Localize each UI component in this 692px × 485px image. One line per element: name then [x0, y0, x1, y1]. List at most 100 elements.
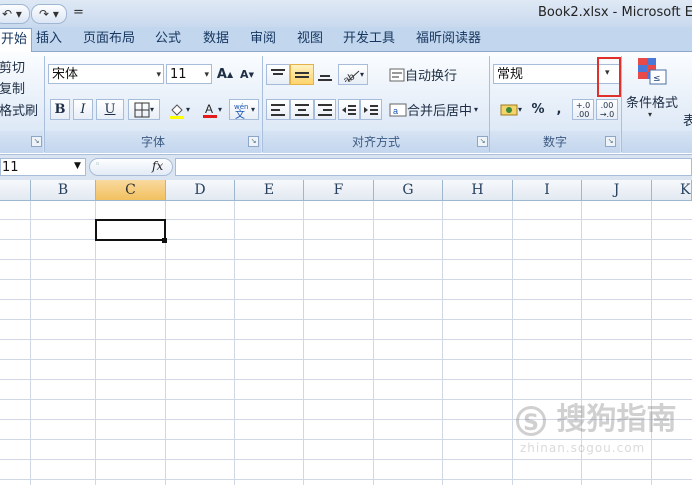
column-header-d[interactable]: D [166, 180, 235, 200]
tab-formulas[interactable]: 公式 [155, 27, 181, 51]
chevron-down-icon: ▾ [149, 105, 154, 114]
column-header-b[interactable]: B [31, 180, 96, 200]
bold-button[interactable]: B [50, 99, 70, 120]
tab-home[interactable]: 开始 [0, 28, 33, 52]
font-launcher-icon[interactable]: ↘ [248, 136, 259, 147]
copy-button[interactable]: 复制 [0, 78, 25, 97]
chevron-down-icon: ▾ [474, 105, 479, 114]
font-name-value: 宋体 [52, 67, 79, 82]
increase-indent-button[interactable] [360, 99, 382, 120]
number-format-dropdown-arrow[interactable]: ▾ [605, 68, 610, 78]
tab-insert[interactable]: 插入 [36, 27, 62, 51]
merge-center-label: 合并后居中 [407, 104, 473, 119]
underline-button[interactable]: U [96, 99, 124, 120]
formula-input[interactable] [175, 158, 692, 176]
grow-font-button[interactable]: A ▲ [215, 64, 235, 85]
redo-button[interactable]: ↷ ▾ [31, 4, 67, 24]
sogou-logo-icon: S [516, 405, 546, 436]
align-middle-icon [295, 71, 309, 78]
column-headers: B C D E F G H I J K [0, 180, 692, 201]
customize-qat-button[interactable]: = [73, 5, 84, 20]
tab-page-layout[interactable]: 页面布局 [83, 27, 135, 51]
align-center-button[interactable] [290, 99, 314, 120]
tab-review[interactable]: 审阅 [250, 27, 276, 51]
align-bottom-button[interactable] [314, 64, 336, 85]
orientation-button[interactable]: ab ▾ [338, 64, 368, 85]
chevron-down-icon: ▾ [359, 70, 364, 79]
svg-text:A: A [205, 102, 213, 116]
format-painter-button[interactable]: 格式刷 [0, 100, 38, 119]
align-center-icon [295, 103, 309, 116]
column-header-h[interactable]: H [443, 180, 513, 200]
grow-font-icon: A [216, 67, 227, 82]
alignment-group-footer: 对齐方式 [263, 131, 489, 153]
chevron-down-icon: ▾ [517, 105, 522, 114]
accounting-format-button[interactable]: ▾ [494, 99, 528, 120]
column-header-k[interactable]: K [652, 180, 692, 200]
chevron-down-icon: ▾ [250, 105, 255, 114]
svg-text:文: 文 [235, 108, 245, 119]
merge-cells-icon: a [389, 103, 407, 116]
column-header-j[interactable]: J [582, 180, 652, 200]
font-name-combo[interactable]: 宋体 ▾ [48, 64, 164, 84]
chevron-down-icon: ▾ [204, 70, 209, 80]
font-color-button[interactable]: A ▾ [197, 99, 227, 120]
align-middle-button[interactable] [290, 64, 314, 85]
title-bar: ↶ ▾ ↷ ▾ = Book2.xlsx - Microsoft Ex [0, 0, 692, 27]
align-top-button[interactable] [266, 64, 290, 85]
column-header-g[interactable]: G [374, 180, 443, 200]
formula-bar: 11 ▼ ◦ fx [0, 154, 692, 181]
decrease-indent-button[interactable] [338, 99, 360, 120]
format-as-table-label[interactable]: 表 [683, 110, 692, 129]
align-right-button[interactable] [314, 99, 336, 120]
merge-center-button[interactable]: a 合并后居中 ▾ [388, 99, 486, 120]
phonetic-guide-button[interactable]: wén 文 ▾ [229, 99, 259, 120]
font-color-icon: A [202, 102, 217, 118]
wrap-text-icon [389, 68, 405, 81]
column-header-c[interactable]: C [96, 180, 166, 200]
tab-data[interactable]: 数据 [203, 27, 229, 51]
formula-controls: ◦ fx [89, 158, 173, 176]
tab-developer[interactable]: 开发工具 [343, 27, 395, 51]
comma-style-button[interactable]: , [550, 99, 568, 120]
borders-button[interactable]: ▾ [128, 99, 160, 120]
wrap-text-button[interactable]: 自动换行 [388, 64, 468, 85]
styles-group-footer [622, 131, 692, 153]
conditional-format-icon[interactable]: ≤ [636, 56, 668, 88]
tab-view[interactable]: 视图 [297, 27, 323, 51]
phonetic-icon: wén文 [234, 103, 248, 119]
italic-button[interactable]: I [73, 99, 93, 120]
name-box-dropdown-icon[interactable]: ▼ [74, 161, 81, 171]
clipboard-launcher-icon[interactable]: ↘ [31, 136, 42, 147]
font-size-combo[interactable]: 11 ▾ [166, 64, 212, 84]
chevron-down-icon: ▾ [185, 105, 190, 114]
number-format-value: 常规 [497, 67, 524, 82]
undo-button[interactable]: ↶ ▾ [0, 4, 30, 24]
column-header-e[interactable]: E [235, 180, 304, 200]
decrease-indent-icon [342, 104, 356, 115]
increase-decimal-button[interactable]: +.0 .00 [572, 99, 594, 120]
number-launcher-icon[interactable]: ↘ [605, 136, 616, 147]
alignment-launcher-icon[interactable]: ↘ [477, 136, 488, 147]
shrink-font-button[interactable]: A ▼ [236, 64, 258, 85]
chevron-down-icon: ▾ [648, 110, 653, 119]
svg-text:≤: ≤ [653, 74, 661, 84]
column-header-a[interactable] [0, 180, 31, 200]
conditional-format-label[interactable]: 条件格式 [626, 92, 678, 111]
cut-button[interactable]: 剪切 [0, 57, 25, 76]
active-cell[interactable] [95, 219, 166, 241]
align-left-button[interactable] [266, 99, 290, 120]
fill-color-button[interactable]: ▾ [163, 99, 195, 120]
fill-handle[interactable] [162, 238, 167, 243]
font-group-footer: 字体 [45, 131, 261, 153]
svg-text:a: a [393, 106, 398, 116]
tab-foxit-reader[interactable]: 福昕阅读器 [416, 27, 481, 51]
insert-function-button[interactable]: fx [152, 159, 163, 173]
percent-style-button[interactable]: % [529, 99, 547, 120]
wrap-text-label: 自动换行 [405, 69, 458, 84]
column-header-i[interactable]: I [513, 180, 582, 200]
decrease-decimal-button[interactable]: .00 →.0 [596, 99, 618, 120]
align-right-icon [318, 103, 332, 116]
column-header-f[interactable]: F [304, 180, 374, 200]
shrink-font-icon: A [240, 68, 249, 81]
